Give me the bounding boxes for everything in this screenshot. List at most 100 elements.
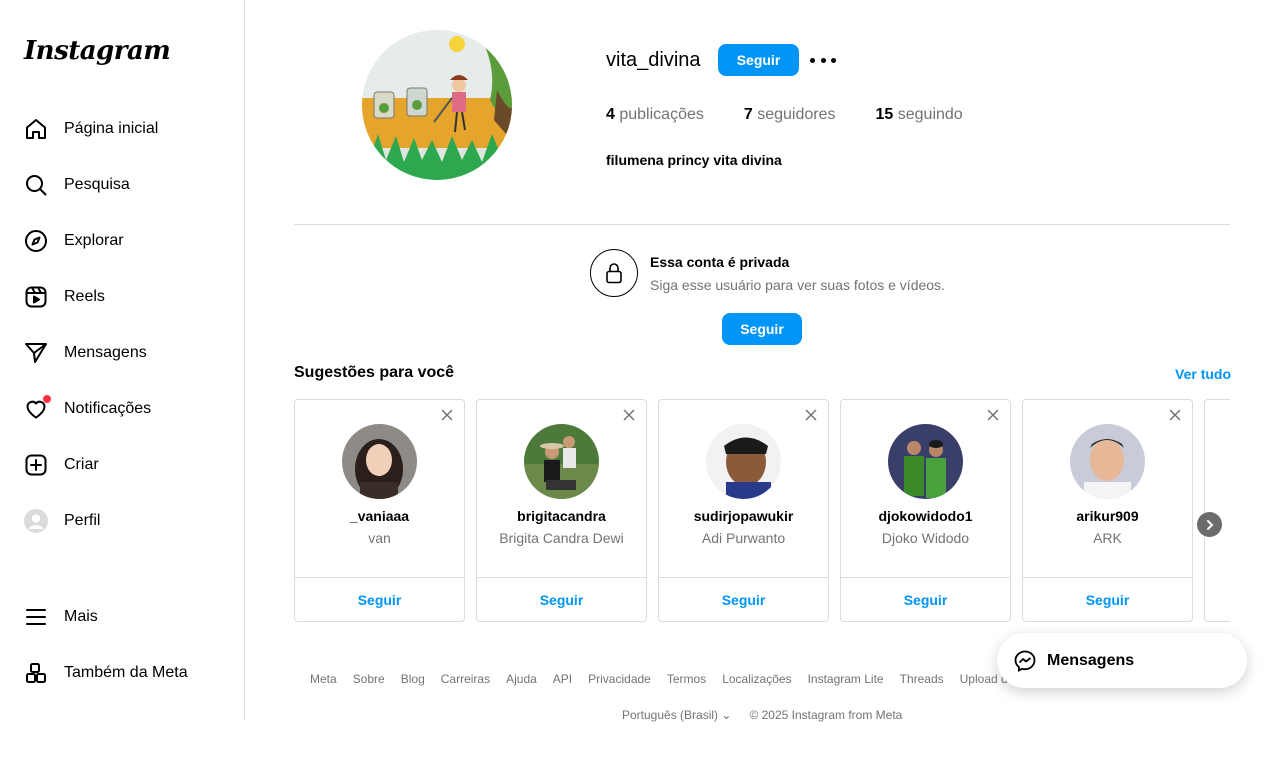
sidebar-item-reels[interactable]: Reels [12,273,232,321]
footer-link[interactable]: Instagram Lite [808,672,884,686]
follow-button[interactable]: Seguir [718,44,799,76]
sidebar-item-more[interactable]: Mais [12,593,232,641]
close-icon[interactable] [622,408,636,422]
suggestion-follow-button[interactable]: Seguir [659,577,828,621]
footer-link[interactable]: Blog [401,672,425,686]
suggestion-name: Brigita Candra Dewi [499,530,624,546]
more-options-icon[interactable] [810,50,836,70]
suggestion-follow-button[interactable]: Seguir [295,577,464,621]
suggestion-avatar[interactable] [706,424,781,499]
avatar-icon [24,509,48,533]
chevron-right-icon[interactable] [1197,512,1222,537]
suggestion-username[interactable]: _vaniaaa [295,508,464,524]
profile-avatar[interactable] [362,30,512,180]
compass-icon [24,229,48,253]
sidebar-item-notifications[interactable]: Notificações [12,385,232,433]
follow-button-private[interactable]: Seguir [722,313,802,345]
sidebar-item-label: Criar [64,456,99,473]
sidebar-item-label: Perfil [64,512,101,529]
suggestion-follow-button[interactable]: Seguir [841,577,1010,621]
heart-icon [24,395,51,421]
suggestion-card: brigitacandra Brigita Candra Dewi Seguir [476,399,647,622]
suggestion-name: Adi Purwanto [701,530,786,546]
suggestion-name: ARK [1093,530,1122,546]
suggestion-avatar[interactable] [524,424,599,499]
sidebar-item-label: Pesquisa [64,176,130,193]
followers-count[interactable]: 7 seguidores [744,106,836,124]
home-icon [24,117,48,141]
suggestion-username[interactable]: djokowidodo1 [841,508,1010,524]
see-all-link[interactable]: Ver tudo [1175,366,1231,382]
footer-link[interactable]: Threads [900,672,944,686]
profile-full-name: filumena princy vita divina [606,152,782,168]
sidebar-item-explore[interactable]: Explorar [12,217,232,265]
sidebar-item-label: Reels [64,288,105,305]
suggestion-username[interactable]: arikur909 [1023,508,1192,524]
lock-icon [590,249,638,297]
send-icon [24,341,48,365]
footer-link[interactable]: Sobre [353,672,385,686]
suggestion-name: van [368,530,391,546]
chevron-down-icon: ⌄ [721,708,732,722]
following-count[interactable]: 15 seguindo [876,106,963,124]
messenger-icon [1014,650,1036,672]
language-selector[interactable]: Português (Brasil) ⌄ [622,708,731,722]
search-icon [24,173,48,197]
suggestion-card: djokowidodo1 Djoko Widodo Seguir [840,399,1011,622]
suggestions-carousel: _vaniaaa van Seguir brigitacandra Brigit… [294,399,1230,623]
suggestion-card-partial [1204,399,1230,622]
sidebar-item-label: Mais [64,608,98,625]
suggestion-card: sudirjopawukir Adi Purwanto Seguir [658,399,829,622]
sidebar-item-messages[interactable]: Mensagens [12,329,232,377]
notification-dot [43,395,51,403]
profile-username: vita_divina [606,49,701,71]
footer-link[interactable]: API [553,672,572,686]
close-icon[interactable] [1168,408,1182,422]
footer-link[interactable]: Privacidade [588,672,651,686]
suggestion-avatar[interactable] [888,424,963,499]
sidebar-item-label: Também da Meta [64,664,188,681]
sidebar-item-label: Notificações [64,400,152,417]
plus-square-icon [24,453,48,477]
sidebar-item-create[interactable]: Criar [12,441,232,489]
suggestion-follow-button[interactable]: Seguir [477,577,646,621]
suggestion-name: Djoko Widodo [881,530,970,546]
footer-links: Meta Sobre Blog Carreiras Ajuda API Priv… [310,672,1010,686]
suggestion-username[interactable]: sudirjopawukir [659,508,828,524]
footer-link[interactable]: Carreiras [441,672,490,686]
suggestion-username[interactable]: brigitacandra [477,508,646,524]
posts-count: 4 publicações [606,106,704,123]
suggestion-avatar[interactable] [1070,424,1145,499]
footer-bottom: Português (Brasil) ⌄ © 2025 Instagram fr… [622,708,902,722]
close-icon[interactable] [986,408,1000,422]
footer-link[interactable]: Localizações [722,672,791,686]
sidebar-item-label: Mensagens [64,344,147,361]
footer-link[interactable]: Termos [667,672,706,686]
sidebar-item-home[interactable]: Página inicial [12,105,232,153]
messages-float-button[interactable]: Mensagens [997,633,1247,688]
footer-link[interactable]: Ajuda [506,672,537,686]
reels-icon [24,285,48,309]
private-account-title: Essa conta é privada [650,254,790,270]
footer-link[interactable]: Meta [310,672,337,686]
sidebar-item-also-from-meta[interactable]: Também da Meta [12,649,232,697]
copyright: © 2025 Instagram from Meta [749,708,903,722]
suggestion-card: arikur909 ARK Seguir [1022,399,1193,622]
meta-grid-icon [24,661,48,685]
suggestions-title: Sugestões para você [294,364,455,381]
suggestion-avatar[interactable] [342,424,417,499]
close-icon[interactable] [440,408,454,422]
close-icon[interactable] [804,408,818,422]
sidebar-item-search[interactable]: Pesquisa [12,161,232,209]
divider [294,224,1230,225]
instagram-logo[interactable]: Instagram [24,36,171,66]
suggestion-card: _vaniaaa van Seguir [294,399,465,622]
profile-stats: 4 publicações 7 seguidores 15 seguindo [606,106,1003,124]
menu-icon [24,605,48,629]
sidebar-item-label: Explorar [64,232,124,249]
sidebar-item-profile[interactable]: Perfil [12,497,232,545]
profile-drawing-image [362,30,512,180]
messages-float-label: Mensagens [1047,651,1135,669]
suggestion-follow-button[interactable]: Seguir [1023,577,1192,621]
sidebar-item-label: Página inicial [64,120,159,137]
